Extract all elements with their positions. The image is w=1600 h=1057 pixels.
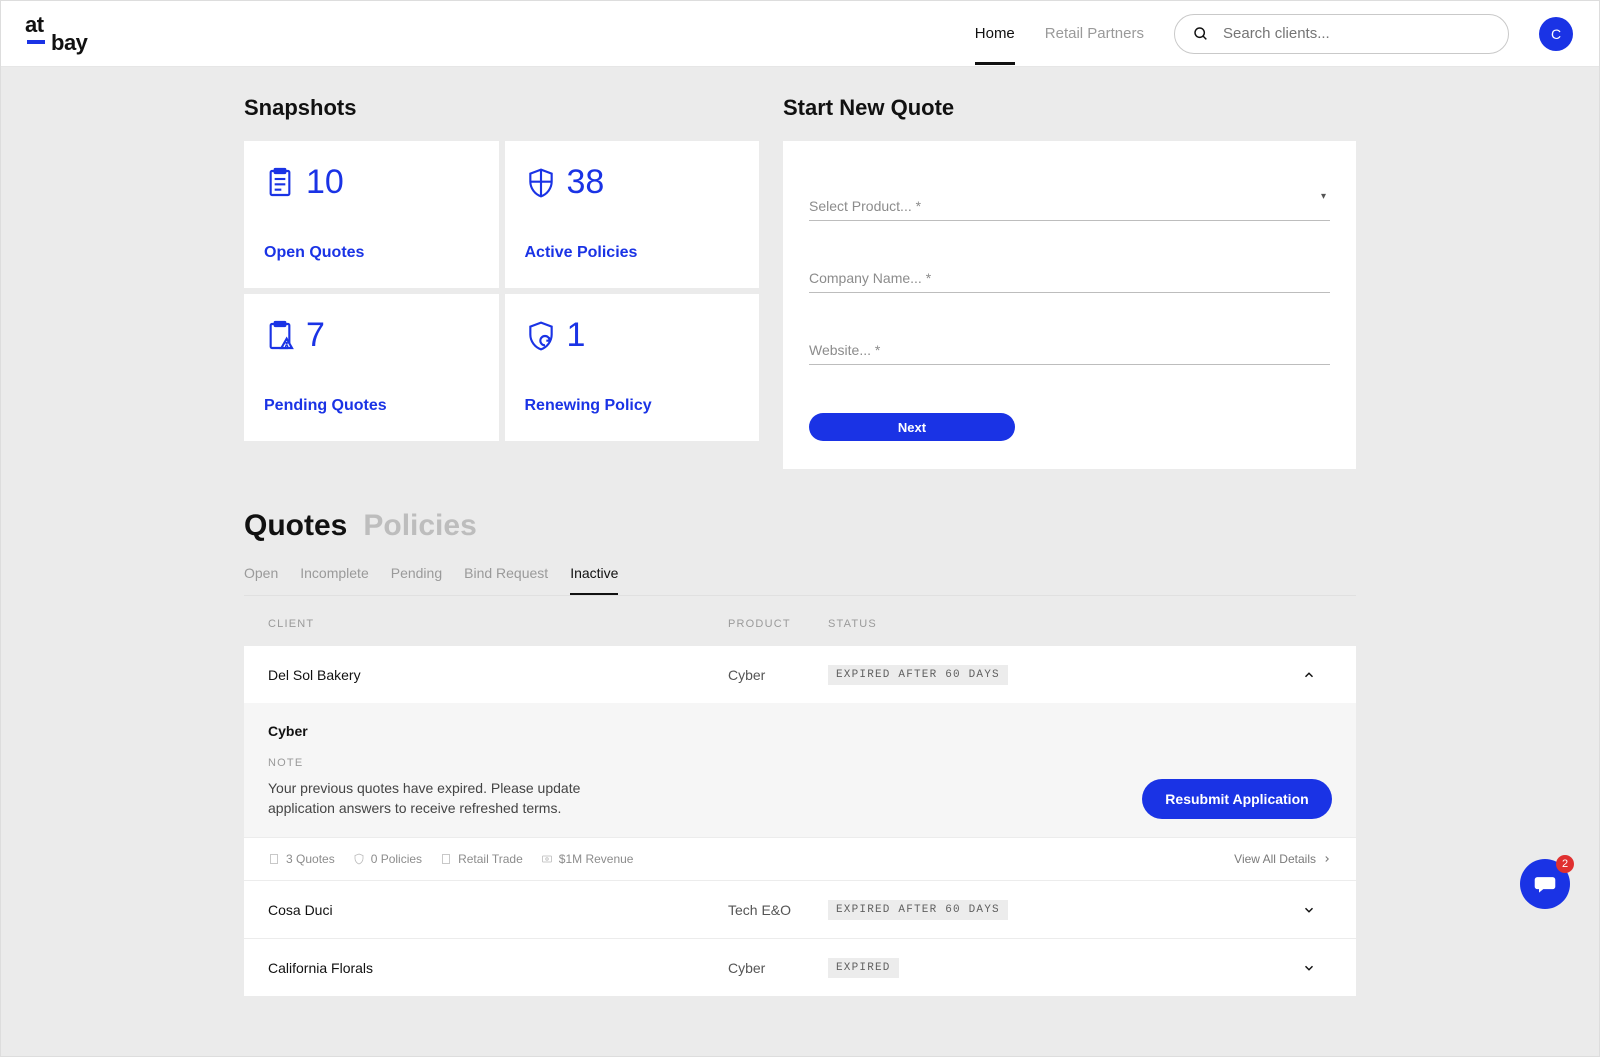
view-all-details-link[interactable]: View All Details [1234,852,1332,866]
col-product: PRODUCT [728,618,828,630]
company-name-label: Company Name... * [809,270,931,286]
building-icon [440,853,452,865]
search-icon [1193,26,1209,42]
expanded-product-title: Cyber [268,723,1332,739]
search-input[interactable] [1223,25,1490,42]
tab-policies[interactable]: Policies [363,509,476,543]
snapshot-renewing-policy[interactable]: 1 Renewing Policy [505,294,760,441]
subtab-inactive[interactable]: Inactive [570,565,618,595]
quotes-table: CLIENT PRODUCT STATUS Del Sol Bakery Cyb… [244,596,1356,996]
table-row: California Florals Cyber EXPIRED [244,939,1356,996]
top-nav: Home Retail Partners [975,3,1144,65]
snapshot-value: 10 [306,163,344,202]
snapshot-label: Active Policies [525,244,740,262]
chevron-down-icon[interactable] [1302,903,1316,917]
table-row: Cosa Duci Tech E&O EXPIRED AFTER 60 DAYS [244,881,1356,939]
snapshot-label: Open Quotes [264,244,479,262]
note-label: NOTE [268,757,1332,769]
snapshot-value: 1 [567,316,586,355]
status-badge: EXPIRED AFTER 60 DAYS [828,900,1008,920]
new-quote-title: Start New Quote [783,95,1356,121]
clipboard-icon [264,167,296,199]
product-select[interactable]: Select Product... * ▾ [809,185,1330,221]
chevron-right-icon [1322,854,1332,864]
next-button[interactable]: Next [809,413,1015,441]
cell-product: Cyber [728,960,828,976]
top-bar: at bay Home Retail Partners C [1,1,1599,67]
table-row: Del Sol Bakery Cyber EXPIRED AFTER 60 DA… [244,646,1356,881]
subtab-open[interactable]: Open [244,565,278,595]
subtab-bind-request[interactable]: Bind Request [464,565,548,595]
chat-icon [1533,872,1557,896]
snapshot-pending-quotes[interactable]: 7 Pending Quotes [244,294,499,441]
subtab-pending[interactable]: Pending [391,565,442,595]
status-badge: EXPIRED AFTER 60 DAYS [828,665,1008,685]
row-meta: 3 Quotes 0 Policies Retail Trade $1M Rev… [244,837,1356,880]
chevron-down-icon[interactable] [1302,961,1316,975]
dollar-icon [541,853,553,865]
table-row-header[interactable]: Cosa Duci Tech E&O EXPIRED AFTER 60 DAYS [244,881,1356,938]
product-select-label: Select Product... * [809,198,921,214]
meta-quotes: 3 Quotes [286,852,335,866]
avatar[interactable]: C [1539,17,1573,51]
chevron-down-icon: ▾ [1321,191,1326,202]
website-label: Website... * [809,342,880,358]
clipboard-alert-icon [264,320,296,352]
subtab-incomplete[interactable]: Incomplete [300,565,368,595]
shield-icon [525,167,557,199]
sub-tabs: Open Incomplete Pending Bind Request Ina… [244,565,1356,596]
snapshot-value: 7 [306,316,325,355]
nav-retail-partners[interactable]: Retail Partners [1045,3,1144,65]
company-name-input[interactable]: Company Name... * [809,257,1330,293]
new-quote-panel: Select Product... * ▾ Company Name... * … [783,141,1356,469]
cell-product: Tech E&O [728,902,828,918]
cell-product: Cyber [728,667,828,683]
snapshot-value: 38 [567,163,605,202]
resubmit-application-button[interactable]: Resubmit Application [1142,779,1332,819]
status-badge: EXPIRED [828,958,899,978]
shield-refresh-icon [525,320,557,352]
logo[interactable]: at bay [25,15,87,53]
cell-client: Cosa Duci [268,902,728,918]
col-status: STATUS [828,618,1332,630]
meta-policies: 0 Policies [371,852,422,866]
cell-client: California Florals [268,960,728,976]
clipboard-icon [268,853,280,865]
row-expanded: Cyber NOTE Your previous quotes have exp… [244,703,1356,837]
snapshot-label: Pending Quotes [264,397,479,415]
col-client: CLIENT [268,618,728,630]
snapshot-open-quotes[interactable]: 10 Open Quotes [244,141,499,288]
search-box[interactable] [1174,14,1509,54]
chat-badge: 2 [1556,855,1574,873]
meta-industry: Retail Trade [458,852,523,866]
snapshots-title: Snapshots [244,95,759,121]
chat-launcher[interactable]: 2 [1520,859,1570,909]
snapshot-label: Renewing Policy [525,397,740,415]
table-row-header[interactable]: Del Sol Bakery Cyber EXPIRED AFTER 60 DA… [244,646,1356,703]
chevron-up-icon[interactable] [1302,668,1316,682]
shield-icon [353,853,365,865]
meta-revenue: $1M Revenue [559,852,634,866]
cell-client: Del Sol Bakery [268,667,728,683]
snapshot-active-policies[interactable]: 38 Active Policies [505,141,760,288]
nav-home[interactable]: Home [975,3,1015,65]
tab-quotes[interactable]: Quotes [244,509,347,543]
table-row-header[interactable]: California Florals Cyber EXPIRED [244,939,1356,996]
note-text: Your previous quotes have expired. Pleas… [268,779,648,818]
website-input[interactable]: Website... * [809,329,1330,365]
main-tabs: Quotes Policies [244,509,1356,543]
